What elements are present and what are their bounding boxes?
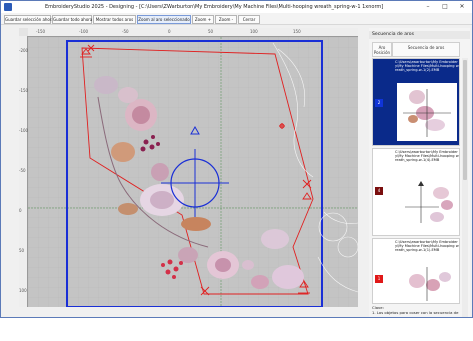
zoom-selected-hoop-button[interactable]: Zoom al aro seleccionado xyxy=(137,15,191,24)
save-all-button[interactable]: Guardar todo ahora xyxy=(52,15,92,24)
ruler-label: 100 xyxy=(250,29,258,34)
ruler-label: 150 xyxy=(293,29,301,34)
close-button[interactable]: ✕ xyxy=(455,1,469,13)
ruler-label: -200 xyxy=(19,48,29,53)
ruler-label: -50 xyxy=(19,168,26,173)
ruler-label: 0 xyxy=(19,208,22,213)
ruler-label: 50 xyxy=(208,29,214,34)
hoop-sequence-panel: Secuencia de aros Aro Posición Secuencia… xyxy=(369,28,470,317)
top-ruler: -150 -100 -50 0 50 100 150 xyxy=(28,28,358,37)
ruler-label: -100 xyxy=(19,128,29,133)
minimize-button[interactable]: – xyxy=(421,1,435,13)
hoop-file-path: C:\Users\zwarburton\My Embroidery\My Mac… xyxy=(395,60,459,73)
hoop-thumbnail xyxy=(397,173,457,231)
app-icon xyxy=(4,3,12,11)
show-all-hoops-button[interactable]: Mostrar todos aros xyxy=(93,15,136,24)
hoop-position-badge: 4 xyxy=(375,187,383,195)
zoom-in-button[interactable]: Zoom + xyxy=(192,15,214,24)
hoop-file-path: C:\Users\zwarburton\My Embroidery\My Mac… xyxy=(395,240,459,253)
app-window: EmbroideryStudio 2025 - Designing - [C:\… xyxy=(0,0,473,318)
window-title: EmbroideryStudio 2025 - Designing - [C:\… xyxy=(45,4,384,10)
ruler-label: -150 xyxy=(36,29,46,34)
panel-scroll-thumb[interactable] xyxy=(463,60,467,180)
ruler-label: 100 xyxy=(19,288,27,293)
hoop-row[interactable]: 4 C:\Users\zwarburton\My Embroidery\My M… xyxy=(372,148,460,236)
key-text: 1. Los objetos para coser con la secuenc… xyxy=(372,309,459,315)
hoop-row[interactable]: 1 C:\Users\zwarburton\My Embroidery\My M… xyxy=(372,238,460,304)
canvas-vertical-scrollbar[interactable] xyxy=(359,28,367,308)
hoop-thumbnail xyxy=(397,83,457,141)
zoom-out-button[interactable]: Zoom - xyxy=(215,15,237,24)
hoop-position-badge: 1 xyxy=(375,275,383,283)
panel-key: Clave: 1. Los objetos para coser con la … xyxy=(372,305,468,315)
maximize-button[interactable]: □ xyxy=(438,1,452,13)
hoop-thumbnail xyxy=(397,263,457,303)
ruler-label: 50 xyxy=(19,248,25,253)
ruler-label: -150 xyxy=(19,88,29,93)
canvas-horizontal-scrollbar[interactable] xyxy=(19,308,359,316)
hoop-row[interactable]: 2 C:\Users\zwarburton\My Embroidery\My M… xyxy=(372,58,460,146)
title-bar: EmbroideryStudio 2025 - Designing - [C:\… xyxy=(1,1,472,13)
panel-title: Secuencia de aros xyxy=(369,31,470,39)
left-ruler: -200 -150 -100 -50 0 50 100 xyxy=(19,36,28,307)
hoop-position-badge: 2 xyxy=(375,99,383,107)
toolbar: Guardar selección ahora Guardar todo aho… xyxy=(1,13,472,25)
design-drawing xyxy=(28,37,358,307)
sequence-column-header: Secuencia de aros xyxy=(392,42,460,57)
hoop-file-path: C:\Users\zwarburton\My Embroidery\My Mac… xyxy=(395,150,459,163)
ruler-label: 0 xyxy=(168,29,171,34)
close-tool-button[interactable]: Cerrar xyxy=(238,15,260,24)
ruler-label: -100 xyxy=(79,29,89,34)
design-canvas[interactable] xyxy=(28,37,358,307)
position-column-header: Aro Posición xyxy=(372,42,392,57)
ruler-label: -50 xyxy=(122,29,129,34)
ruler-corner xyxy=(19,28,28,36)
save-selection-button[interactable]: Guardar selección ahora xyxy=(4,15,54,24)
